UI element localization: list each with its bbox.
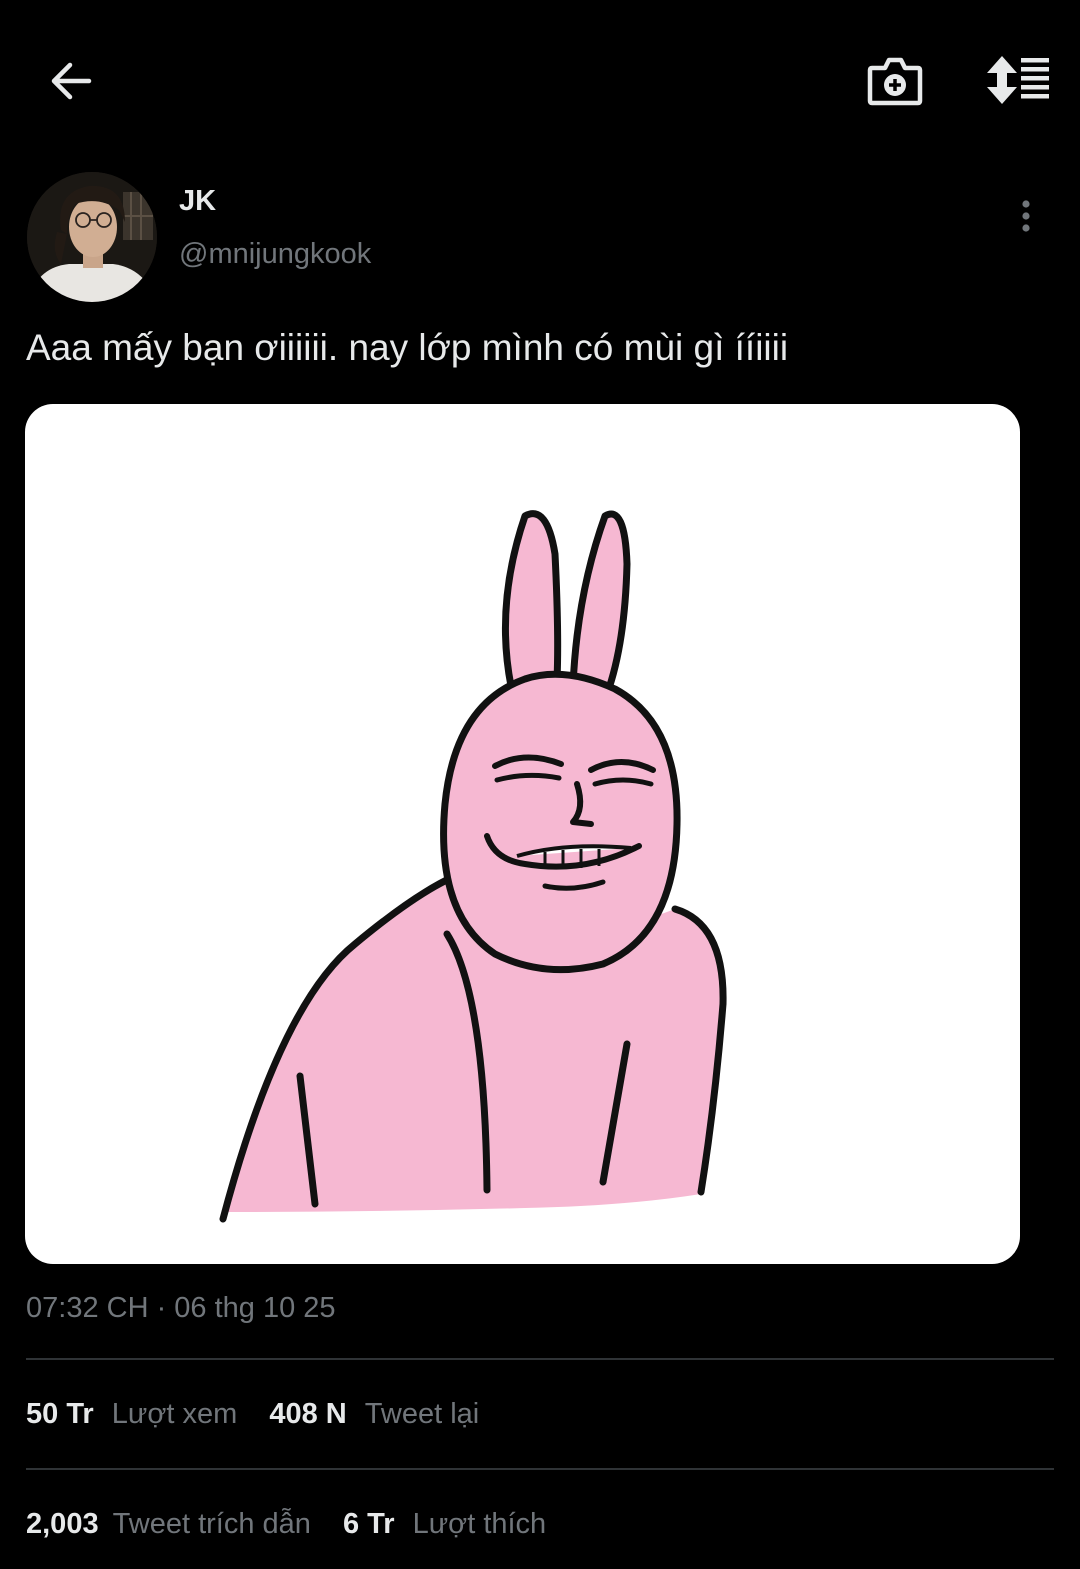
- quotes-label: Tweet trích dẫn: [112, 1508, 311, 1540]
- quotes-stat[interactable]: 2,003 Tweet trích dẫn: [26, 1508, 311, 1541]
- retweets-stat[interactable]: 408 N Tweet lại: [269, 1398, 479, 1431]
- camera-add-icon[interactable]: [866, 52, 924, 108]
- top-bar: [0, 0, 1080, 160]
- avatar-image: [27, 172, 157, 302]
- likes-label: Lượt thích: [412, 1508, 547, 1540]
- views-stat[interactable]: 50 Tr Lượt xem: [26, 1398, 237, 1431]
- sort-list-icon[interactable]: [985, 56, 1051, 104]
- divider: [26, 1468, 1054, 1470]
- arrow-left-icon[interactable]: [46, 56, 96, 106]
- author-name[interactable]: JK: [179, 185, 216, 218]
- author-handle[interactable]: @mnijungkook: [179, 238, 371, 271]
- views-count: 50 Tr: [26, 1398, 94, 1430]
- stats-row-1: 50 Tr Lượt xem 408 N Tweet lại: [26, 1398, 479, 1431]
- tweet-timestamp[interactable]: 07:32 CH · 06 thg 10 25: [26, 1292, 336, 1325]
- likes-count: 6 Tr: [342, 1508, 395, 1540]
- likes-stat[interactable]: 6 Tr Lượt thích: [343, 1508, 546, 1541]
- retweets-label: Tweet lại: [364, 1398, 480, 1430]
- stats-row-2: 2,003 Tweet trích dẫn 6 Tr Lượt thích: [26, 1508, 546, 1541]
- quotes-count: 2,003: [26, 1508, 99, 1540]
- avatar[interactable]: [27, 172, 157, 302]
- divider: [26, 1358, 1054, 1360]
- retweets-count: 408 N: [269, 1398, 347, 1430]
- pink-bunny-sticker: [219, 510, 727, 1223]
- views-label: Lượt xem: [111, 1398, 238, 1430]
- tweet-text: Aaa mấy bạn ơiiiiii. nay lớp mình có mùi…: [26, 327, 789, 368]
- more-vertical-icon[interactable]: [1012, 198, 1040, 238]
- tweet-media[interactable]: [25, 404, 1020, 1264]
- tweet-author: JK @mnijungkook: [27, 172, 1057, 307]
